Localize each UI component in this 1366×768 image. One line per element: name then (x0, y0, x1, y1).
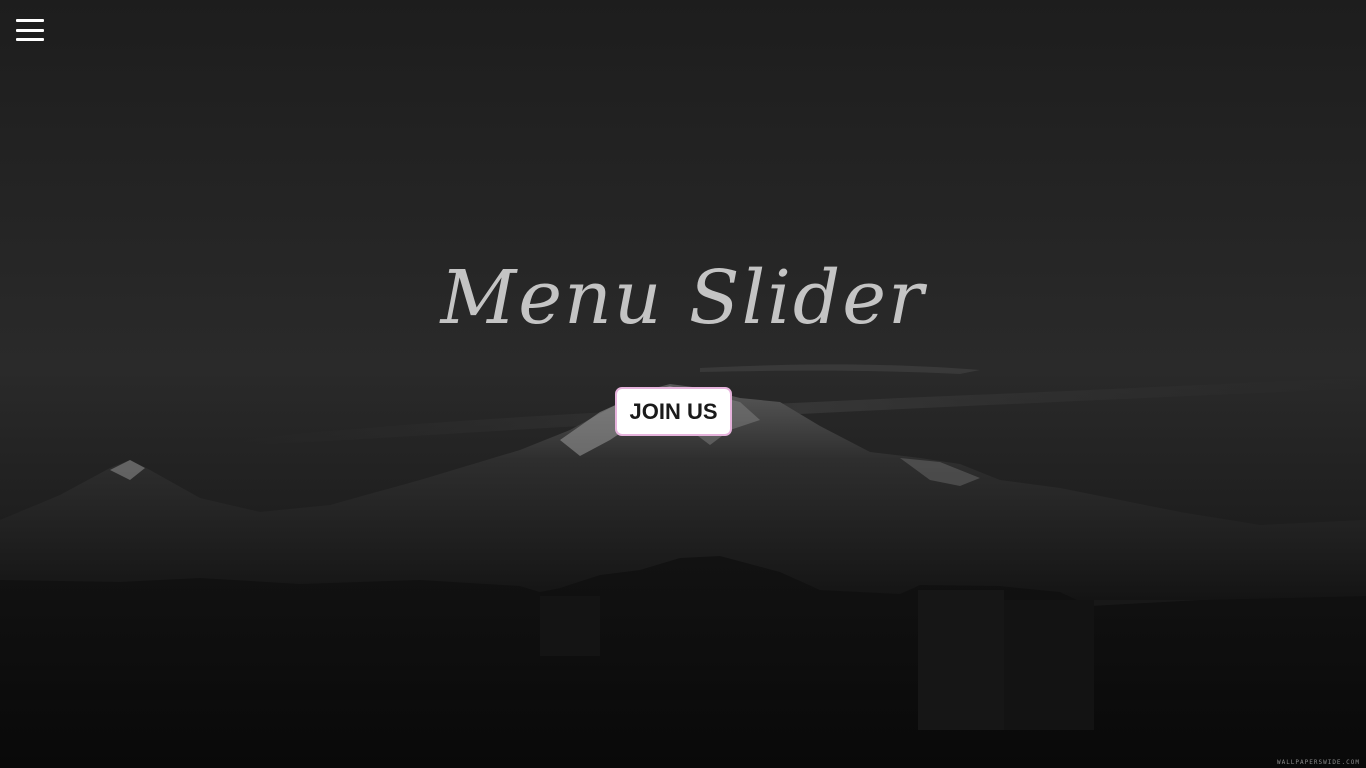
hamburger-menu-button[interactable] (16, 18, 44, 42)
join-us-button[interactable]: JOIN US (615, 387, 732, 436)
hamburger-menu-icon-bar-top (16, 19, 44, 22)
mountain-background-image (0, 364, 1366, 768)
hamburger-menu-icon-bar-bottom (16, 38, 44, 41)
page-title: Menu Slider (440, 255, 926, 341)
watermark-text: WALLPAPERSWIDE.COM (1276, 759, 1360, 766)
hero-section: Menu Slider JOIN US WALLPAPERSWIDE.COM (0, 0, 1366, 768)
hamburger-menu-icon-bar-middle (16, 28, 44, 32)
